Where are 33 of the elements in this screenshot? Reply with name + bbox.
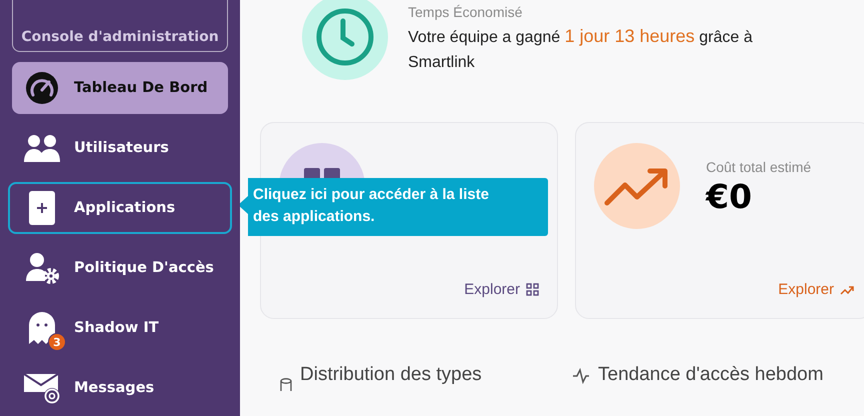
- nav-item[interactable]: Messages: [12, 362, 228, 414]
- gauge-icon: [25, 71, 59, 105]
- user-settings-icon: [24, 252, 60, 284]
- tour-tooltip: Cliquez ici pour accéder à la liste des applications.: [240, 178, 548, 236]
- count-badge: 3: [48, 333, 66, 351]
- trend-up-icon: [604, 166, 670, 206]
- stat-value: €0: [706, 177, 753, 216]
- section-title: Tendance d'accès hebdom: [598, 364, 824, 386]
- nav-label: Utilisateurs: [74, 140, 169, 156]
- nav-item[interactable]: Politique D'accès: [12, 242, 228, 294]
- users-icon: [23, 133, 61, 163]
- nav-label: Messages: [74, 380, 154, 396]
- console-button[interactable]: Console d'administration: [12, 0, 228, 52]
- grid-icon: [526, 283, 539, 296]
- trend-up-icon: [840, 284, 854, 294]
- database-icon: [280, 378, 292, 394]
- email-icon: [23, 371, 61, 405]
- nav-item[interactable]: Tableau De Bord: [12, 62, 228, 114]
- nav-label: Shadow IT: [74, 320, 159, 336]
- section-title: Distribution des types: [300, 364, 482, 386]
- nav-item[interactable]: 3 Shadow IT: [12, 302, 228, 354]
- time-saved-text: Votre équipe a gagné 1 jour 13 heures grâce à Smartlink: [408, 25, 754, 73]
- stat-label: Coût total estimé: [706, 159, 812, 175]
- stat-label: Temps Économisé: [408, 4, 524, 20]
- nav-label: Applications: [74, 200, 176, 216]
- clock-icon: [315, 7, 375, 67]
- plus-icon: [28, 190, 56, 226]
- nav-item[interactable]: Applications: [8, 182, 232, 234]
- explore-link[interactable]: Explorer: [464, 281, 539, 298]
- nav-item[interactable]: Utilisateurs: [12, 122, 228, 174]
- nav-label: Tableau De Bord: [74, 80, 208, 96]
- nav-label: Politique D'accès: [74, 260, 214, 276]
- activity-icon: [572, 368, 590, 384]
